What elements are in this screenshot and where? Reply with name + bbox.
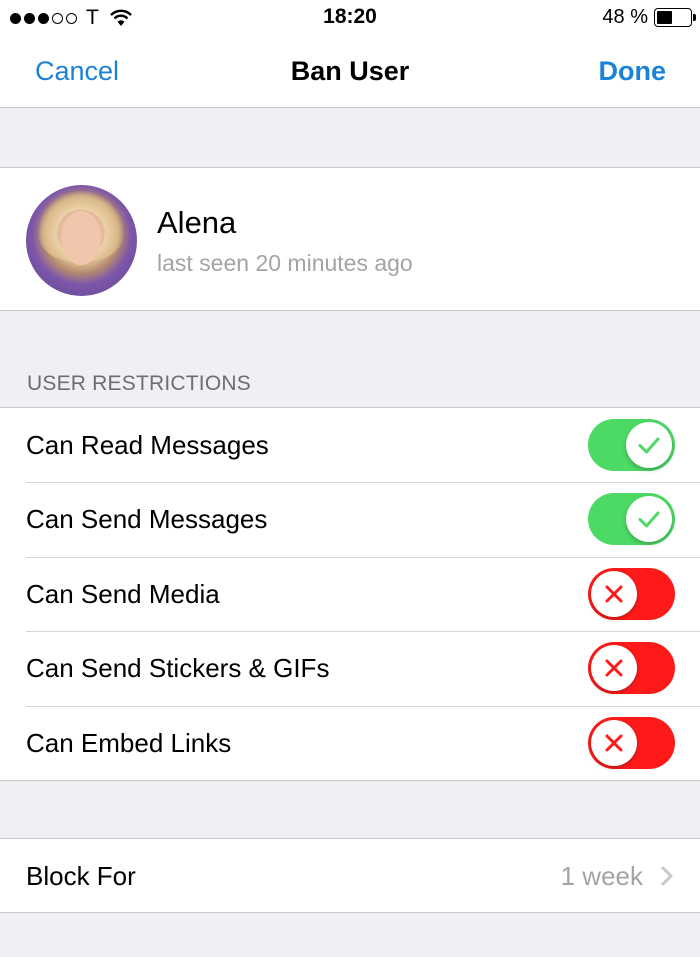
toggle-knob — [591, 645, 637, 692]
restriction-label: Can Embed Links — [26, 727, 232, 758]
battery-tip — [693, 14, 696, 21]
status-bar: T 18:20 48 % — [0, 0, 700, 36]
restriction-label: Can Read Messages — [26, 430, 269, 460]
restriction-label: Can Send Messages — [26, 504, 268, 535]
close-icon — [605, 734, 623, 752]
user-profile[interactable]: Alena last seen 20 minutes ago — [0, 167, 700, 311]
battery-percent: 48 % — [602, 6, 648, 28]
can-read-messages-toggle[interactable] — [588, 419, 675, 471]
chevron-right-icon — [661, 866, 673, 886]
toggle-knob — [626, 422, 672, 468]
restriction-row: Can Read Messages — [0, 408, 700, 482]
check-icon — [638, 437, 660, 454]
battery-fill — [657, 11, 673, 24]
block-for-label: Block For — [26, 861, 136, 891]
restriction-label: Can Send Stickers & GIFs — [26, 653, 330, 684]
close-icon — [605, 659, 623, 677]
cancel-button[interactable]: Cancel — [35, 56, 119, 87]
user-last-seen: last seen 20 minutes ago — [157, 250, 413, 276]
toggle-knob — [591, 570, 637, 617]
can-send-stickers-toggle[interactable] — [588, 642, 675, 695]
can-embed-links-toggle[interactable] — [588, 716, 675, 769]
avatar-face — [61, 211, 101, 265]
toggle-knob — [591, 719, 637, 766]
can-send-messages-toggle[interactable] — [588, 493, 675, 546]
restriction-row: Can Send Stickers & GIFs — [0, 631, 700, 705]
battery-indicator: 48 % — [602, 6, 696, 29]
navigation-bar: Cancel Ban User Done — [0, 36, 700, 108]
status-time: 18:20 — [323, 5, 377, 28]
restrictions-list: Can Read Messages Can Send Messages Can … — [0, 407, 700, 781]
done-button[interactable]: Done — [599, 56, 667, 87]
check-icon — [638, 511, 660, 528]
restriction-row: Can Send Messages — [0, 482, 700, 556]
battery-icon — [654, 8, 696, 27]
block-for-value: 1 week — [560, 861, 643, 891]
can-send-media-toggle[interactable] — [588, 567, 675, 620]
close-icon — [605, 585, 623, 603]
section-header-restrictions: USER RESTRICTIONS — [27, 372, 251, 395]
avatar[interactable] — [26, 185, 137, 296]
user-name: Alena — [157, 205, 237, 240]
toggle-knob — [626, 496, 672, 543]
restriction-label: Can Send Media — [26, 578, 220, 609]
restriction-row: Can Send Media — [0, 556, 700, 631]
restriction-row: Can Embed Links — [0, 705, 700, 780]
block-for-row[interactable]: Block For 1 week — [0, 838, 700, 913]
